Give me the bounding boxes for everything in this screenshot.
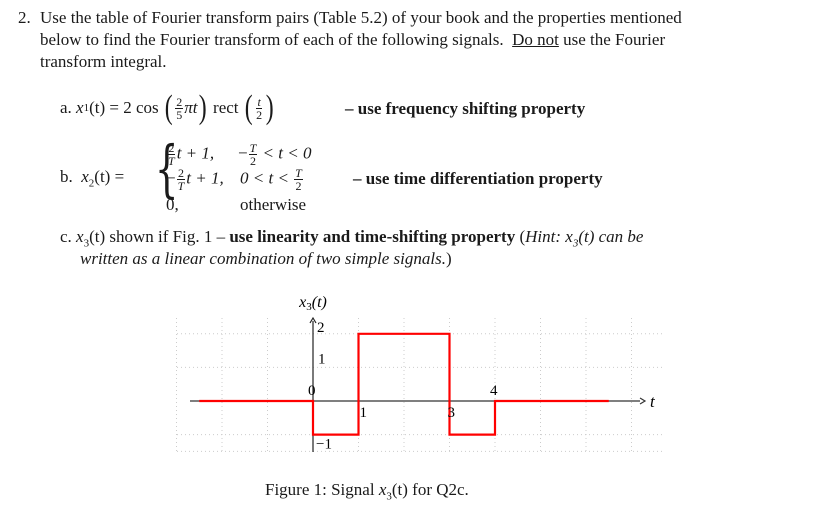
y-axis-label: x3(t): [298, 294, 327, 313]
x-tick-label-1: 1: [360, 405, 368, 421]
x-tick-label-3: 3: [448, 405, 456, 421]
y-tick-label-1: 1: [318, 351, 326, 367]
plot-grid: [176, 318, 663, 452]
caption-suffix: (t) for Q2c.: [391, 480, 469, 499]
x-tick-label-0: 0: [308, 383, 316, 399]
signal-x3-line: [199, 332, 609, 436]
figure-caption: Figure 1: Signal x3(t) for Q2c.: [265, 479, 469, 507]
caption-prefix: Figure 1: Signal: [265, 480, 379, 499]
plot-signal: [199, 332, 609, 436]
x-tick-label-4: 4: [490, 383, 498, 399]
plot-axes: [190, 316, 647, 452]
x-axis-arrow: [639, 397, 647, 405]
y-tick-label-neg1: −1: [316, 437, 332, 453]
signal-plot: x3(t) t 0 1 3 4 2 1 −1: [176, 294, 663, 453]
y-tick-label-2: 2: [317, 320, 325, 336]
x-axis-label: t: [650, 392, 656, 411]
plot-labels: x3(t) t 0 1 3 4 2 1 −1: [298, 294, 656, 453]
